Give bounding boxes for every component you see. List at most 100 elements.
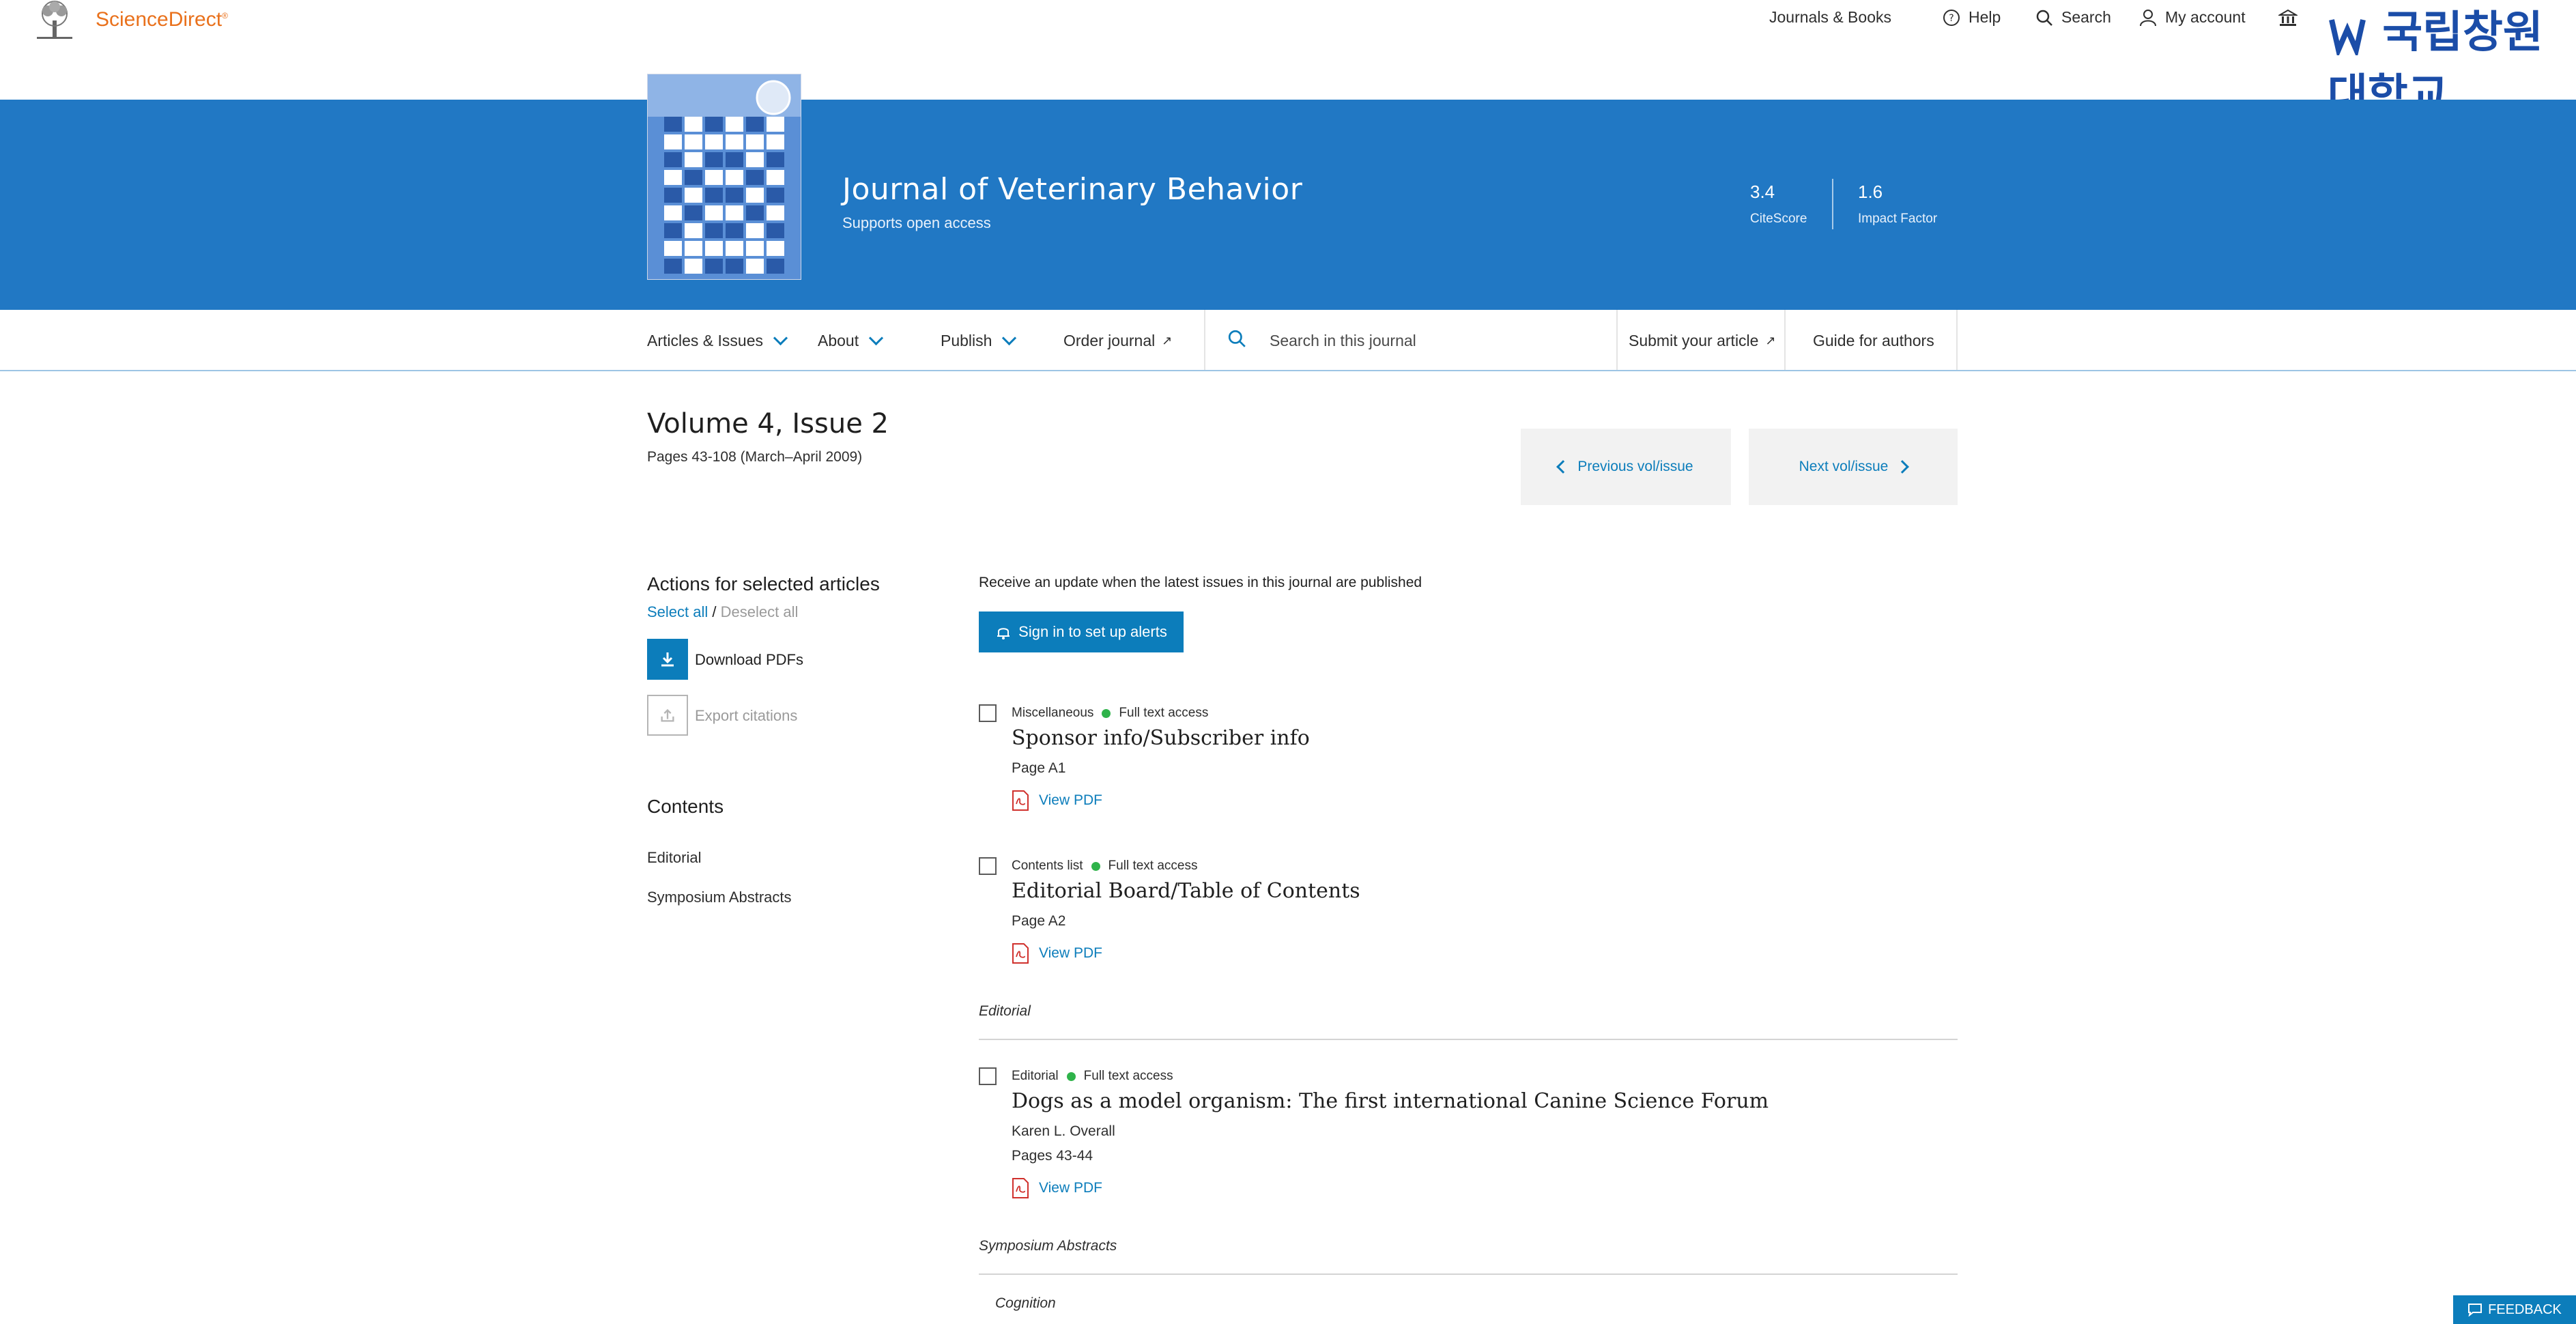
open-access-label: Supports open access xyxy=(842,214,991,231)
journal-search-input[interactable]: Search in this journal xyxy=(1270,332,1416,350)
next-issue-button[interactable]: Next vol/issue xyxy=(1749,429,1958,505)
sign-in-alerts-button[interactable]: Sign in to set up alerts xyxy=(979,611,1184,652)
contents-heading: Contents xyxy=(647,796,724,817)
impact-factor-label[interactable]: Impact Factor xyxy=(1858,212,1937,227)
section-divider xyxy=(979,1039,1958,1040)
metric-divider xyxy=(1832,179,1833,229)
view-pdf-link[interactable]: View PDF xyxy=(1012,943,1102,964)
chevron-down-icon xyxy=(773,330,788,346)
pdf-icon xyxy=(1012,790,1029,811)
article-pages: Pages 43-44 xyxy=(1012,1148,1093,1164)
sciencedirect-logo[interactable]: ScienceDirect® xyxy=(96,8,228,31)
selection-separator: / xyxy=(712,603,717,620)
section-heading-symposium: Symposium Abstracts xyxy=(979,1238,1117,1254)
article-meta: Editorial Full text access xyxy=(1012,1069,1173,1084)
bell-icon xyxy=(997,628,1010,639)
pdf-icon xyxy=(1012,1178,1029,1198)
nav-divider xyxy=(1784,310,1786,370)
chevron-left-icon xyxy=(1556,460,1571,474)
search-icon xyxy=(1228,330,1246,347)
select-all-link[interactable]: Select all xyxy=(647,603,708,620)
issue-title: Volume 4, Issue 2 xyxy=(647,408,889,440)
article-pages: Page A1 xyxy=(1012,760,1066,776)
nav-search[interactable]: Search xyxy=(2035,8,2111,27)
contents-link-symposium-abstracts[interactable]: Symposium Abstracts xyxy=(647,889,792,906)
svg-text:?: ? xyxy=(1949,13,1954,24)
article-type: Editorial xyxy=(1012,1069,1059,1083)
nav-divider xyxy=(1204,310,1205,370)
article-pages: Page A2 xyxy=(1012,913,1066,929)
selection-controls: Select all / Deselect all xyxy=(647,603,798,621)
nav-guide-authors[interactable]: Guide for authors xyxy=(1813,332,1934,350)
view-pdf-link[interactable]: View PDF xyxy=(1012,790,1102,811)
nav-institution[interactable] xyxy=(2278,8,2298,27)
search-icon xyxy=(2036,10,2052,26)
impact-factor-value[interactable]: 1.6 xyxy=(1858,182,1883,203)
chevron-down-icon xyxy=(1002,330,1017,346)
feedback-button[interactable]: FEEDBACK xyxy=(2453,1295,2576,1324)
nav-publish[interactable]: Publish xyxy=(941,330,1017,350)
download-icon xyxy=(661,652,674,667)
article-type: Contents list xyxy=(1012,859,1083,873)
elsevier-tree-logo[interactable] xyxy=(30,0,79,41)
access-label: Full text access xyxy=(1108,859,1198,873)
article-meta: Miscellaneous Full text access xyxy=(1012,706,1208,721)
nav-order-journal[interactable]: Order journal ↗ xyxy=(1063,332,1172,350)
university-emblem-icon xyxy=(2329,19,2366,59)
institution-icon xyxy=(2278,9,2298,26)
previous-issue-button[interactable]: Previous vol/issue xyxy=(1521,429,1731,505)
article-meta: Contents list Full text access xyxy=(1012,859,1197,874)
nav-submit-article[interactable]: Submit your article ↗ xyxy=(1629,332,1776,350)
nav-about[interactable]: About xyxy=(818,330,884,350)
brand-registered-mark: ® xyxy=(222,11,228,20)
export-citations-label[interactable]: Export citations xyxy=(695,707,797,725)
issue-pages: Pages 43-108 (March–April 2009) xyxy=(647,449,863,465)
download-pdfs-label[interactable]: Download PDFs xyxy=(695,651,803,669)
nav-divider xyxy=(1956,310,1958,370)
nav-journals-books[interactable]: Journals & Books xyxy=(1769,8,1891,27)
export-citations-button[interactable] xyxy=(647,695,688,736)
access-status-dot xyxy=(1066,1071,1076,1081)
article-type: Miscellaneous xyxy=(1012,706,1094,720)
article-author: Karen L. Overall xyxy=(1012,1123,1115,1139)
download-pdfs-button[interactable] xyxy=(647,639,688,680)
alert-description: Receive an update when the latest issues… xyxy=(979,575,1422,590)
help-icon: ? xyxy=(1943,9,1960,26)
access-label: Full text access xyxy=(1119,706,1209,720)
journal-cover-image[interactable] xyxy=(647,74,801,280)
section-heading-editorial: Editorial xyxy=(979,1003,1031,1019)
access-status-dot xyxy=(1102,708,1111,718)
nav-articles-issues[interactable]: Articles & Issues xyxy=(647,330,788,350)
user-icon xyxy=(2140,9,2156,26)
cover-pattern xyxy=(664,117,784,274)
citescore-value[interactable]: 3.4 xyxy=(1750,182,1775,203)
article-title[interactable]: Dogs as a model organism: The first inte… xyxy=(1012,1089,1769,1113)
cover-badge-icon xyxy=(756,80,791,115)
article-title[interactable]: Editorial Board/Table of Contents xyxy=(1012,879,1360,903)
article-checkbox[interactable] xyxy=(979,1067,997,1085)
article-checkbox[interactable] xyxy=(979,704,997,722)
deselect-all-link[interactable]: Deselect all xyxy=(721,603,799,620)
section-divider xyxy=(979,1273,1958,1275)
citescore-label[interactable]: CiteScore xyxy=(1750,212,1807,227)
chat-bubble-icon xyxy=(2468,1304,2482,1316)
chevron-down-icon xyxy=(869,330,884,346)
export-icon xyxy=(661,708,674,722)
nav-my-account[interactable]: My account xyxy=(2139,8,2246,27)
external-link-icon: ↗ xyxy=(1765,334,1776,347)
brand-name: ScienceDirect xyxy=(96,8,223,31)
external-link-icon: ↗ xyxy=(1162,334,1173,347)
journal-title[interactable]: Journal of Veterinary Behavior xyxy=(842,172,1302,207)
subsection-heading-cognition: Cognition xyxy=(995,1295,1056,1311)
nav-divider xyxy=(1616,310,1618,370)
article-checkbox[interactable] xyxy=(979,857,997,875)
chevron-right-icon xyxy=(1895,460,1910,474)
article-title[interactable]: Sponsor info/Subscriber info xyxy=(1012,726,1310,750)
nav-help[interactable]: ? Help xyxy=(1943,8,2001,27)
view-pdf-link[interactable]: View PDF xyxy=(1012,1178,1102,1198)
access-label: Full text access xyxy=(1083,1069,1173,1083)
actions-heading: Actions for selected articles xyxy=(647,573,880,594)
contents-link-editorial[interactable]: Editorial xyxy=(647,849,701,867)
access-status-dot xyxy=(1091,861,1100,871)
pdf-icon xyxy=(1012,943,1029,964)
